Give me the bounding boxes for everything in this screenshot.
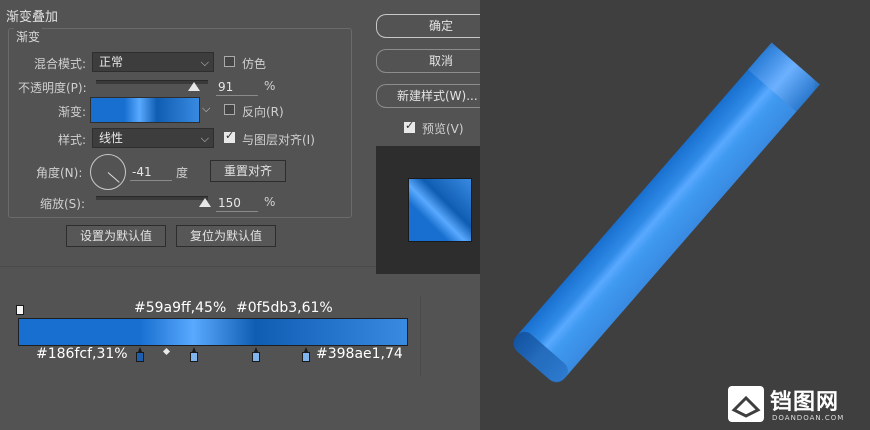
- stop-label-186fcf: #186fcf,31%: [36, 346, 128, 362]
- color-stop-398ae1[interactable]: [302, 347, 310, 362]
- angle-unit: 度: [176, 166, 189, 180]
- divider: [420, 296, 421, 376]
- style-value: 线性: [99, 131, 124, 145]
- midpoint-diamond[interactable]: [162, 347, 171, 356]
- align-with-layer-checkbox[interactable]: [224, 129, 235, 143]
- scale-label: 缩放(S):: [40, 197, 86, 211]
- watermark-logo-icon: [728, 386, 764, 422]
- gradient-rod-illustration: [513, 42, 820, 383]
- scale-slider-thumb[interactable]: [199, 198, 211, 207]
- chevron-down-icon: ⌵: [200, 132, 209, 145]
- divider: [0, 266, 376, 267]
- gradient-label: 渐变:: [58, 105, 87, 119]
- preview-checkbox[interactable]: [404, 119, 415, 133]
- gradient-picker-swatch[interactable]: [90, 97, 200, 123]
- color-stop-0f5db3[interactable]: [252, 347, 260, 362]
- opacity-slider-thumb[interactable]: [188, 82, 200, 91]
- dither-checkbox[interactable]: [224, 56, 235, 67]
- style-select[interactable]: 线性 ⌵: [92, 128, 214, 148]
- scale-slider-track[interactable]: [96, 196, 208, 200]
- reverse-label: 反向(R): [242, 105, 284, 119]
- stop-label-59a9ff: #59a9ff,45%: [134, 300, 227, 316]
- style-preview-swatch: [408, 178, 472, 242]
- gradient-dropdown-chevron-icon[interactable]: ⌵: [202, 102, 210, 116]
- scale-input[interactable]: 150: [216, 195, 258, 212]
- stop-label-0f5db3: #0f5db3,61%: [236, 300, 333, 316]
- opacity-stop[interactable]: [16, 305, 24, 315]
- section-title: 渐变叠加: [6, 10, 59, 25]
- dither-label: 仿色: [242, 57, 267, 71]
- group-title: 渐变: [14, 28, 43, 45]
- blend-mode-value: 正常: [99, 55, 124, 69]
- blend-mode-select[interactable]: 正常 ⌵: [92, 52, 214, 72]
- watermark-brand: 铛图网: [770, 390, 840, 415]
- opacity-input[interactable]: 91: [216, 79, 258, 96]
- color-stop-59a9ff[interactable]: [190, 347, 198, 362]
- style-label: 样式:: [58, 133, 87, 147]
- scale-unit: %: [264, 195, 276, 209]
- angle-input[interactable]: -41: [130, 164, 172, 181]
- opacity-label: 不透明度(P):: [18, 81, 87, 95]
- stop-label-398ae1: #398ae1,74: [316, 346, 403, 362]
- gradient-overlay-dialog: 渐变叠加 渐变 混合模式: 正常 ⌵ 仿色 不透明度(P): 91 % 渐变: …: [0, 0, 506, 430]
- blend-mode-label: 混合模式:: [34, 57, 87, 71]
- reset-default-button[interactable]: 复位为默认值: [176, 225, 276, 247]
- angle-label: 角度(N):: [36, 166, 83, 180]
- rod-body: [514, 47, 815, 382]
- chevron-down-icon: ⌵: [200, 56, 209, 69]
- gradient-editor-bar[interactable]: [18, 318, 408, 346]
- reset-alignment-button[interactable]: 重置对齐: [210, 160, 286, 182]
- align-with-layer-label: 与图层对齐(I): [242, 133, 315, 147]
- color-stop-186fcf[interactable]: [136, 347, 144, 362]
- angle-dial[interactable]: [90, 154, 126, 190]
- watermark-sub: DOANDOAN.COM: [772, 414, 845, 422]
- preview-label: 预览(V): [422, 122, 464, 136]
- make-default-button[interactable]: 设置为默认值: [66, 225, 166, 247]
- canvas-preview: 铛图网 DOANDOAN.COM: [480, 0, 870, 430]
- reverse-checkbox[interactable]: [224, 104, 235, 115]
- opacity-unit: %: [264, 79, 276, 93]
- angle-dial-needle: [107, 172, 120, 183]
